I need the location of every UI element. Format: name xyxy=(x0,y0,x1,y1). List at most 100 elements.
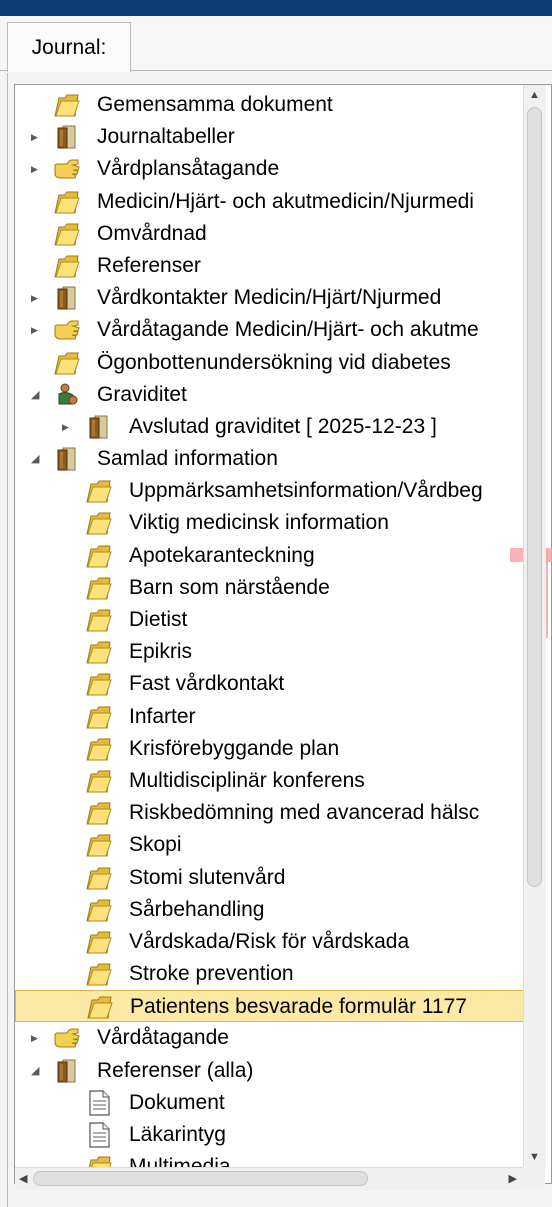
binder-icon xyxy=(53,1058,81,1084)
tree-node[interactable]: ◢ Graviditet xyxy=(15,379,525,411)
expand-triangle-icon[interactable]: ▶ xyxy=(62,420,74,434)
pregnancy-icon xyxy=(53,382,81,408)
tree-node-label: Vårdkontakter Medicin/Hjärt/Njurmed xyxy=(97,286,442,310)
tree-node[interactable]: Dietist xyxy=(15,604,525,636)
tree-node-label: Referenser (alla) xyxy=(97,1058,254,1082)
vertical-scrollbar[interactable]: ▲ ▼ xyxy=(523,85,546,1167)
hand-icon xyxy=(53,317,81,343)
folder-icon xyxy=(53,92,81,118)
tree-node[interactable]: Gemensamma dokument xyxy=(15,89,525,121)
hand-icon xyxy=(53,1025,81,1051)
tree-node-label: Gemensamma dokument xyxy=(97,93,333,116)
tree-node-label: Journaltabeller xyxy=(97,125,235,149)
scroll-down-arrow-icon[interactable]: ▼ xyxy=(529,1151,540,1163)
folder-icon xyxy=(53,253,81,279)
binder-icon xyxy=(53,285,81,311)
tree-node[interactable]: Apotekaranteckning xyxy=(15,540,525,572)
journal-tree[interactable]: Gemensamma dokument ▶ Journaltabeller ▶ Vård… xyxy=(14,84,552,1184)
tree-node[interactable]: Uppmärksamhetsinformation/Vårdbeg xyxy=(15,475,525,507)
expand-triangle-icon[interactable]: ▶ xyxy=(31,291,43,305)
tree-node[interactable]: Ögonbottenundersökning vid diabetes xyxy=(15,347,525,379)
folder-icon xyxy=(85,961,113,987)
folder-icon xyxy=(53,189,81,215)
tree-node[interactable]: Viktig medicinsk information xyxy=(15,507,525,539)
tree-node-label: Läkarintyg xyxy=(129,1123,226,1146)
tree-node-label: Dokument xyxy=(129,1090,225,1114)
tree-node-label: Vårdåtagande xyxy=(97,1026,229,1050)
hand-icon xyxy=(53,156,81,182)
scroll-up-arrow-icon[interactable]: ▲ xyxy=(529,89,540,101)
scroll-left-arrow-icon[interactable]: ◀ xyxy=(19,1172,27,1185)
tree-node[interactable]: Omvårdnad xyxy=(15,218,525,250)
folder-icon xyxy=(53,221,81,247)
tree-node-label: Krisförebyggande plan xyxy=(129,736,340,760)
folder-icon xyxy=(85,865,113,891)
tree-node[interactable]: Referenser xyxy=(15,250,525,282)
tree-node[interactable]: Medicin/Hjärt- och akutmedicin/Njurmedi xyxy=(15,186,525,218)
tree-node[interactable]: ◢ Samlad information xyxy=(15,443,525,475)
tree-rows: Gemensamma dokument ▶ Journaltabeller ▶ Vård… xyxy=(15,89,525,1183)
tree-node[interactable]: ▶ Vårdåtagande Medicin/Hjärt- och akutme xyxy=(15,314,525,346)
tree-node-selected[interactable]: Patientens besvarade formulär 1177 xyxy=(15,990,525,1023)
folder-icon xyxy=(85,832,113,858)
folder-icon xyxy=(85,607,113,633)
tree-node-label: Sårbehandling xyxy=(129,897,265,921)
tree-node[interactable]: ▶ Avslutad graviditet [ 2025-12-23 ] xyxy=(15,411,525,443)
tree-node[interactable]: Epikris xyxy=(15,636,525,668)
tree-node-label: Uppmärksamhetsinformation/Vårdbeg xyxy=(129,479,483,503)
tree-node[interactable]: Riskbedömning med avancerad hälsc xyxy=(15,797,525,829)
tree-node[interactable]: Vårdskada/Risk för vårdskada xyxy=(15,926,525,958)
tree-node-label: Dietist xyxy=(129,608,188,631)
binder-icon xyxy=(53,446,81,472)
expand-triangle-icon[interactable]: ▶ xyxy=(31,162,43,176)
folder-icon xyxy=(85,510,113,536)
folder-icon xyxy=(53,350,81,376)
tree-node-label: Vårdplansåtagande xyxy=(97,157,280,181)
tree-node[interactable]: ▶ Vårdkontakter Medicin/Hjärt/Njurmed xyxy=(15,282,525,314)
tree-node-label: Patientens besvarade formulär 1177 xyxy=(130,995,467,1019)
document-icon xyxy=(85,1090,113,1116)
tree-node[interactable]: Stomi slutenvård xyxy=(15,862,525,894)
tab-journal[interactable]: Journal: xyxy=(7,22,131,72)
vertical-scroll-thumb[interactable] xyxy=(527,107,542,887)
tree-node-label: Graviditet xyxy=(97,382,187,406)
tree-node-label: Multidisciplinär konferens xyxy=(129,768,365,792)
tree-node[interactable]: Sårbehandling xyxy=(15,894,525,926)
scroll-right-arrow-icon[interactable]: ▶ xyxy=(509,1172,517,1185)
folder-icon xyxy=(85,478,113,504)
folder-icon xyxy=(85,800,113,826)
tree-node[interactable]: Stroke prevention xyxy=(15,958,525,990)
folder-icon xyxy=(85,671,113,697)
expand-triangle-icon[interactable]: ▶ xyxy=(31,130,43,144)
collapse-triangle-icon[interactable]: ◢ xyxy=(31,388,43,402)
tree-node-label: Fast vårdkontakt xyxy=(129,672,285,696)
folder-icon xyxy=(85,768,113,794)
horizontal-scrollbar[interactable]: ◀ ▶ xyxy=(15,1167,523,1190)
expand-triangle-icon[interactable]: ▶ xyxy=(31,323,43,337)
tree-node[interactable]: Krisförebyggande plan xyxy=(15,733,525,765)
tree-node[interactable]: ▶ Vårdplansåtagande xyxy=(15,153,525,185)
document-icon xyxy=(85,1122,113,1148)
binder-icon xyxy=(85,414,113,440)
collapse-triangle-icon[interactable]: ◢ xyxy=(31,1064,43,1078)
tree-node[interactable]: Multidisciplinär konferens xyxy=(15,765,525,797)
tree-node[interactable]: ▶ Vårdåtagande xyxy=(15,1022,525,1054)
tree-node[interactable]: Infarter xyxy=(15,701,525,733)
tree-node-label: Apotekaranteckning xyxy=(129,543,315,567)
tree-node-label: Medicin/Hjärt- och akutmedicin/Njurmedi xyxy=(97,189,474,213)
tree-node-label: Viktig medicinsk information xyxy=(129,511,389,535)
tree-node[interactable]: ▶ Journaltabeller xyxy=(15,121,525,153)
folder-icon xyxy=(85,704,113,730)
tree-node-label: Vårdskada/Risk för vårdskada xyxy=(129,929,410,953)
collapse-triangle-icon[interactable]: ◢ xyxy=(31,452,43,466)
tree-node[interactable]: Barn som närstående xyxy=(15,572,525,604)
tree-node[interactable]: ◢ Referenser (alla) xyxy=(15,1055,525,1087)
tree-node-label: Riskbedömning med avancerad hälsc xyxy=(129,801,480,825)
tree-node[interactable]: Dokument xyxy=(15,1087,525,1119)
tree-node[interactable]: Skopi xyxy=(15,829,525,861)
tree-node[interactable]: Läkarintyg xyxy=(15,1119,525,1151)
expand-triangle-icon[interactable]: ▶ xyxy=(31,1031,43,1045)
horizontal-scroll-thumb[interactable] xyxy=(33,1171,368,1186)
window-title-bar xyxy=(0,0,552,16)
tree-node[interactable]: Fast vårdkontakt xyxy=(15,668,525,700)
